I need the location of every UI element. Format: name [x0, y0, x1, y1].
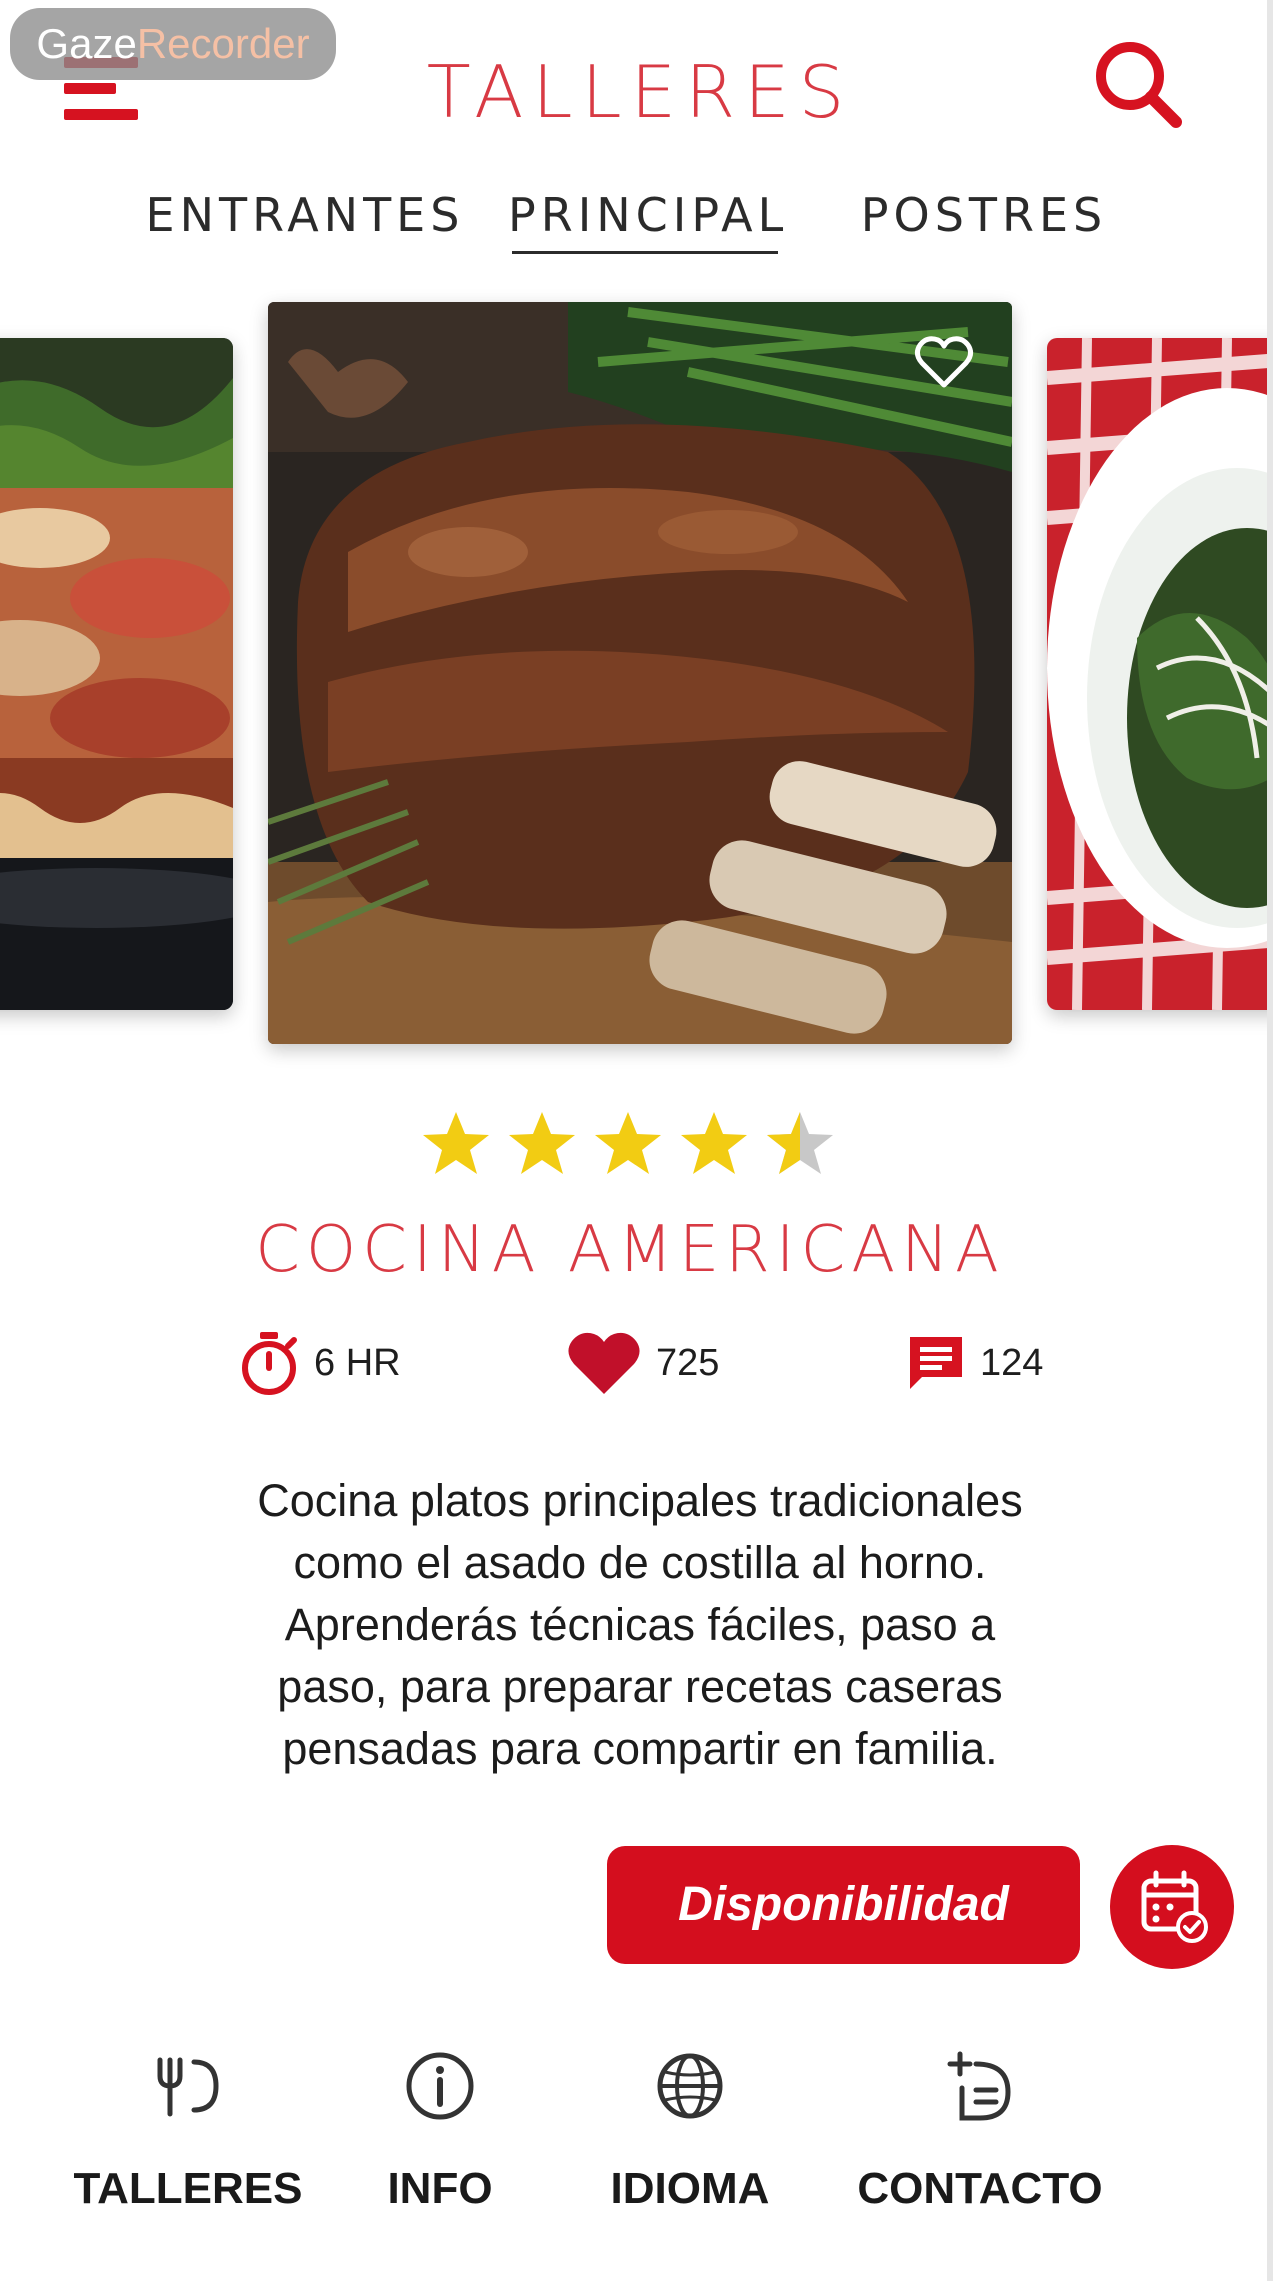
brand-title: TALLERES — [426, 50, 854, 134]
nav-contacto[interactable]: CONTACTO — [840, 2040, 1120, 2220]
stopwatch-icon — [242, 1332, 297, 1395]
description-line: paso, para preparar recetas caseras — [277, 1661, 1003, 1712]
heart-filled-icon — [568, 1332, 640, 1394]
comment-icon — [910, 1337, 962, 1389]
comments-stat[interactable]: 124 — [906, 1328, 1043, 1398]
workshop-description: Cocina platos principales tradicionales … — [180, 1470, 1100, 1780]
calendar-check-icon[interactable] — [1110, 1845, 1234, 1969]
badge-text-gaze: Gaze — [36, 20, 137, 67]
nav-info-label: INFO — [387, 2164, 493, 2213]
roast-ribs-image — [268, 302, 1012, 1044]
info-icon — [406, 2052, 474, 2120]
tab-principal[interactable]: PRINCIPAL — [508, 180, 783, 254]
star-icon — [595, 1112, 661, 1174]
star-icon — [681, 1112, 747, 1174]
duration-stat: 6 HR — [238, 1328, 401, 1398]
workshop-title: COCINA AMERICANA — [255, 1213, 1005, 1287]
add-list-icon — [947, 2051, 1011, 2121]
tab-postres[interactable]: POSTRES — [850, 180, 1118, 250]
description-line: Aprenderás técnicas fáciles, paso a — [284, 1599, 996, 1650]
fork-spoon-icon — [157, 2057, 219, 2117]
likes-count: 725 — [656, 1341, 720, 1384]
nav-idioma[interactable]: IDIOMA — [580, 2040, 800, 2220]
description-line: Cocina platos principales tradicionales — [257, 1475, 1023, 1526]
app-screen: TALLERES ENTRANTES PRINCIPAL POSTRES COC… — [0, 0, 1267, 2281]
lasagna-image — [0, 338, 233, 1010]
greens-bowl-image — [1047, 338, 1267, 1010]
category-tabs: ENTRANTES PRINCIPAL POSTRES — [0, 180, 1267, 260]
nav-talleres-label: TALLERES — [73, 2164, 303, 2213]
device-edge — [1267, 0, 1273, 2281]
greens-bowl-card[interactable] — [1047, 338, 1267, 1010]
likes-stat[interactable]: 725 — [566, 1328, 719, 1398]
nav-idioma-label: IDIOMA — [610, 2164, 770, 2213]
star-icon — [509, 1112, 575, 1174]
availability-button[interactable]: Disponibilidad — [607, 1846, 1080, 1964]
roast-ribs-card[interactable] — [268, 302, 1012, 1044]
badge-text-recorder: Recorder — [136, 20, 310, 67]
rating-stars — [420, 1108, 852, 1188]
gaze-recorder-badge: GazeRecorder — [10, 8, 336, 80]
star-half-icon — [767, 1112, 833, 1174]
comments-count: 124 — [980, 1341, 1044, 1384]
description-line: pensadas para compartir en familia. — [282, 1723, 998, 1774]
globe-icon — [657, 2053, 723, 2119]
star-icon — [423, 1112, 489, 1174]
duration-value: 6 HR — [314, 1341, 401, 1384]
nav-info[interactable]: INFO — [360, 2040, 520, 2220]
tab-entrantes[interactable]: ENTRANTES — [140, 180, 470, 250]
heart-outline-icon[interactable] — [912, 330, 976, 394]
nav-talleres[interactable]: TALLERES — [60, 2040, 316, 2220]
search-icon[interactable] — [1090, 36, 1186, 132]
lasagna-card[interactable] — [0, 338, 233, 1010]
description-line: como el asado de costilla al horno. — [293, 1537, 987, 1588]
bottom-navigation: TALLERES INFO IDIOMA CONTACTO — [0, 2040, 1267, 2240]
nav-contacto-label: CONTACTO — [857, 2164, 1103, 2213]
